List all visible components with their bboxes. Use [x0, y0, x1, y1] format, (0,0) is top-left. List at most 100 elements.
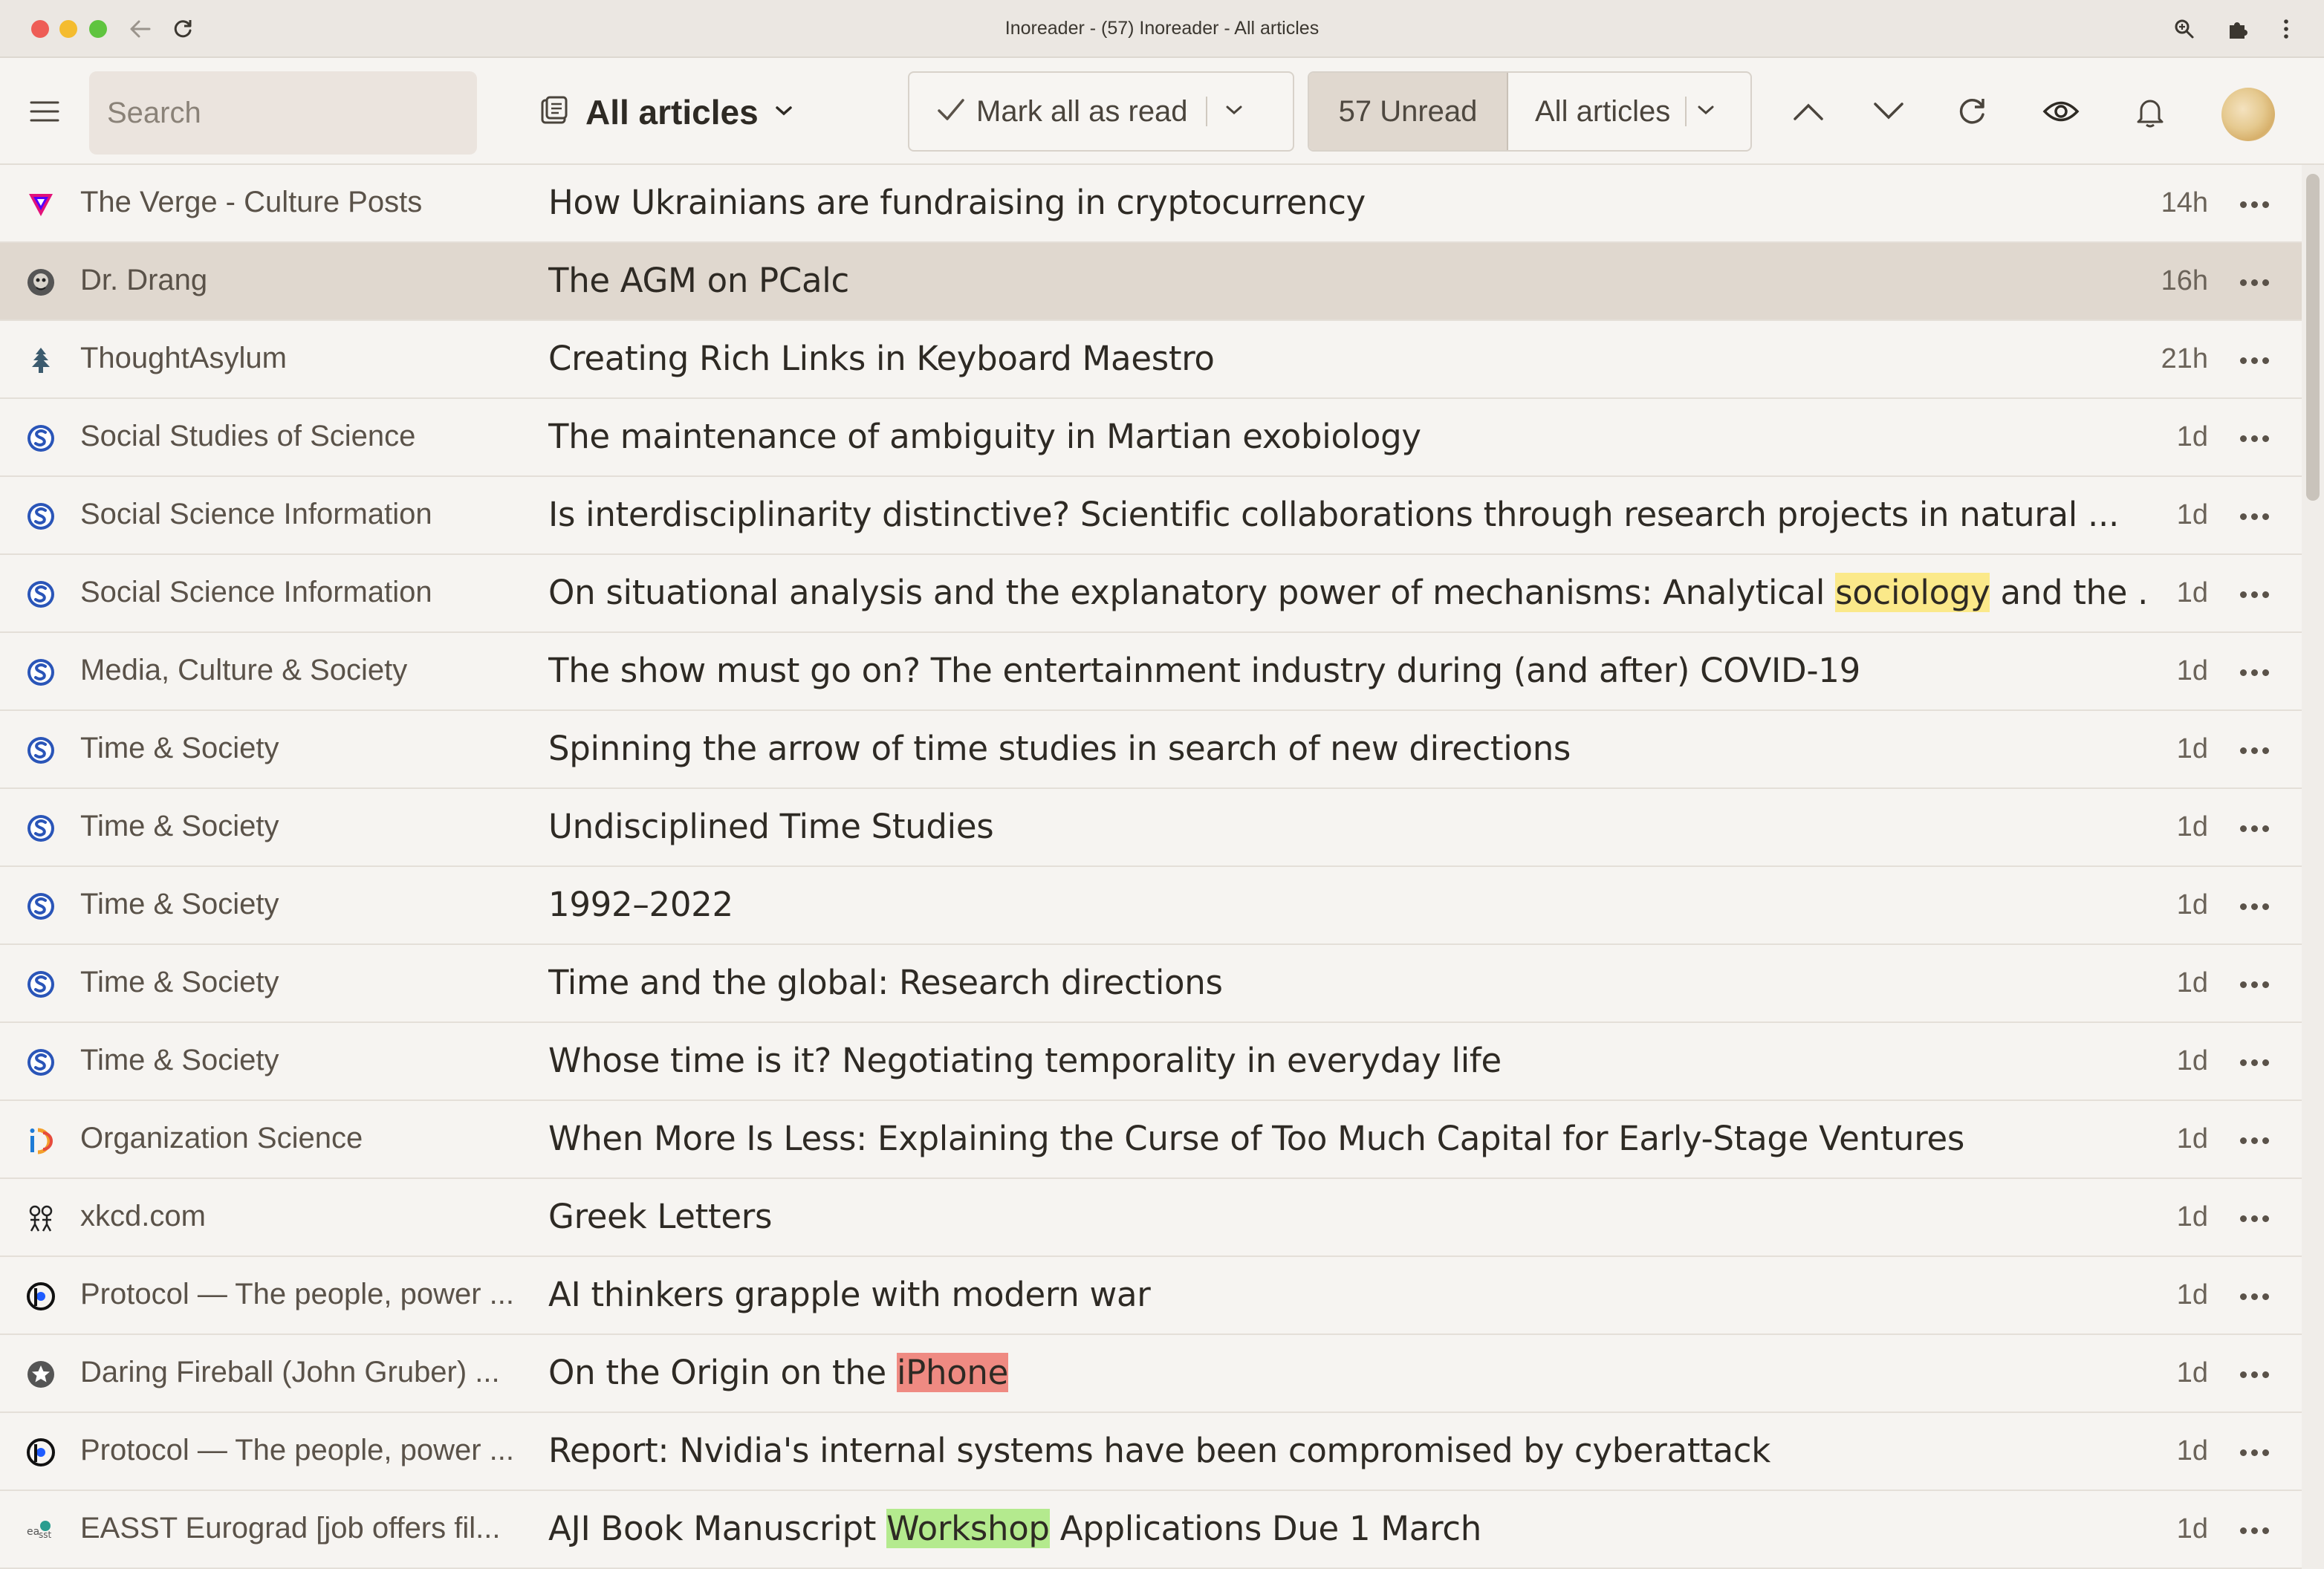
- article-row[interactable]: Social Studies of Science The maintenanc…: [0, 399, 2302, 477]
- feed-name[interactable]: ThoughtAsylum: [80, 342, 526, 375]
- feed-name[interactable]: The Verge - Culture Posts: [80, 186, 526, 219]
- feed-name[interactable]: Organization Science: [80, 1122, 526, 1155]
- more-options-icon[interactable]: [2232, 1200, 2276, 1237]
- article-row[interactable]: Social Science Information On situationa…: [0, 555, 2302, 633]
- hamburger-icon[interactable]: [22, 89, 67, 134]
- kebab-menu-icon[interactable]: [2275, 12, 2297, 46]
- article-row[interactable]: Time & Society Time and the global: Rese…: [0, 945, 2302, 1023]
- more-options-icon[interactable]: [2232, 342, 2276, 379]
- article-age: 1d: [2176, 499, 2208, 530]
- article-title[interactable]: Report: Nvidia's internal systems have b…: [548, 1431, 2146, 1470]
- article-title[interactable]: Whose time is it? Negotiating temporalit…: [548, 1041, 2146, 1080]
- article-title[interactable]: On the Origin on the iPhone: [548, 1353, 2146, 1392]
- article-title-text: The AGM on PCalc: [548, 261, 849, 300]
- mark-all-read-button[interactable]: Mark all as read: [908, 71, 1294, 152]
- article-row[interactable]: ea sst EASST Eurograd [job offers fil... …: [0, 1491, 2302, 1569]
- filter-chevron-down-icon[interactable]: [1697, 104, 1715, 120]
- article-title[interactable]: How Ukrainians are fundraising in crypto…: [548, 183, 2146, 222]
- bell-icon[interactable]: [2128, 89, 2172, 134]
- feed-name[interactable]: Protocol — The people, power ...: [80, 1434, 526, 1467]
- article-row[interactable]: xkcd.com Greek Letters 1d: [0, 1179, 2302, 1257]
- more-options-icon[interactable]: [2232, 1122, 2276, 1159]
- article-title[interactable]: The AGM on PCalc: [548, 261, 2146, 300]
- feed-name[interactable]: Protocol — The people, power ...: [80, 1278, 526, 1311]
- feed-name[interactable]: Daring Fireball (John Gruber) ...: [80, 1356, 526, 1389]
- vertical-scrollbar[interactable]: [2302, 165, 2324, 1569]
- more-options-icon[interactable]: [2232, 1512, 2276, 1549]
- unread-count-badge[interactable]: 57 Unread: [1309, 73, 1508, 150]
- filter-select-label[interactable]: All articles: [1535, 95, 1670, 129]
- article-row[interactable]: Time & Society Spinning the arrow of tim…: [0, 711, 2302, 789]
- more-options-icon[interactable]: [2232, 810, 2276, 847]
- more-options-icon[interactable]: [2232, 888, 2276, 925]
- scrollbar-thumb[interactable]: [2306, 174, 2320, 501]
- more-options-icon[interactable]: [2232, 654, 2276, 691]
- article-title[interactable]: 1992–2022: [548, 885, 2146, 924]
- sage-icon: [25, 657, 56, 688]
- article-title[interactable]: Undisciplined Time Studies: [548, 807, 2146, 846]
- article-row[interactable]: Protocol — The people, power ... AI thin…: [0, 1257, 2302, 1335]
- article-row[interactable]: Dr. Drang The AGM on PCalc 16h: [0, 243, 2302, 321]
- sage-icon: [25, 579, 56, 610]
- zoom-icon[interactable]: [2169, 12, 2199, 46]
- user-avatar[interactable]: [2221, 88, 2275, 141]
- article-age: 1d: [2176, 421, 2208, 452]
- article-title[interactable]: The show must go on? The entertainment i…: [548, 651, 2146, 690]
- article-row[interactable]: Organization Science When More Is Less: …: [0, 1101, 2302, 1179]
- more-options-icon[interactable]: [2232, 576, 2276, 613]
- article-title[interactable]: Is interdisciplinarity distinctive? Scie…: [548, 495, 2146, 534]
- extensions-icon[interactable]: [2223, 12, 2253, 46]
- eye-icon[interactable]: [2039, 89, 2083, 134]
- feed-name[interactable]: xkcd.com: [80, 1200, 526, 1233]
- feed-name[interactable]: Social Studies of Science: [80, 420, 526, 453]
- article-title[interactable]: Creating Rich Links in Keyboard Maestro: [548, 339, 2146, 378]
- feed-name[interactable]: Media, Culture & Society: [80, 654, 526, 687]
- chevron-up-icon[interactable]: [1786, 89, 1831, 134]
- article-title[interactable]: The maintenance of ambiguity in Martian …: [548, 417, 2146, 456]
- more-options-icon[interactable]: [2232, 420, 2276, 457]
- feed-name[interactable]: Social Science Information: [80, 576, 526, 609]
- more-options-icon[interactable]: [2232, 498, 2276, 535]
- article-row[interactable]: Daring Fireball (John Gruber) ... On the…: [0, 1335, 2302, 1413]
- article-row[interactable]: Time & Society Undisciplined Time Studie…: [0, 789, 2302, 867]
- more-options-icon[interactable]: [2232, 1434, 2276, 1471]
- view-selector[interactable]: All articles: [539, 86, 793, 138]
- more-options-icon[interactable]: [2232, 1356, 2276, 1393]
- feed-name[interactable]: Time & Society: [80, 966, 526, 999]
- feed-name[interactable]: Time & Society: [80, 810, 526, 843]
- feed-name[interactable]: Time & Society: [80, 732, 526, 765]
- feed-name[interactable]: Time & Society: [80, 1044, 526, 1077]
- more-options-icon[interactable]: [2232, 732, 2276, 769]
- article-row[interactable]: Time & Society 1992–2022 1d: [0, 867, 2302, 945]
- mark-read-options-chevron-icon[interactable]: [1225, 104, 1243, 120]
- search-input[interactable]: [107, 96, 459, 130]
- feed-name[interactable]: Social Science Information: [80, 498, 526, 531]
- article-title[interactable]: Time and the global: Research directions: [548, 963, 2146, 1002]
- article-age: 1d: [2176, 655, 2208, 686]
- feed-name[interactable]: Dr. Drang: [80, 264, 526, 297]
- feed-name[interactable]: Time & Society: [80, 888, 526, 921]
- article-title[interactable]: AJI Book Manuscript Workshop Application…: [548, 1509, 2146, 1548]
- article-row[interactable]: Time & Society Whose time is it? Negotia…: [0, 1023, 2302, 1101]
- more-options-icon[interactable]: [2232, 1278, 2276, 1315]
- article-row[interactable]: Protocol — The people, power ... Report:…: [0, 1413, 2302, 1491]
- article-title[interactable]: Spinning the arrow of time studies in se…: [548, 729, 2146, 768]
- article-title[interactable]: Greek Letters: [548, 1197, 2146, 1236]
- chevron-down-icon[interactable]: [1866, 89, 1911, 134]
- article-title[interactable]: AI thinkers grapple with modern war: [548, 1275, 2146, 1314]
- feed-name[interactable]: EASST Eurograd [job offers fil...: [80, 1512, 526, 1545]
- more-options-icon[interactable]: [2232, 264, 2276, 301]
- article-row[interactable]: Social Science Information Is interdisci…: [0, 477, 2302, 555]
- chevron-down-icon: [775, 105, 793, 120]
- article-row[interactable]: ThoughtAsylum Creating Rich Links in Key…: [0, 321, 2302, 399]
- more-options-icon[interactable]: [2232, 186, 2276, 223]
- article-title[interactable]: When More Is Less: Explaining the Curse …: [548, 1119, 2146, 1158]
- more-options-icon[interactable]: [2232, 966, 2276, 1003]
- search-box[interactable]: [89, 71, 477, 155]
- article-row[interactable]: Media, Culture & Society The show must g…: [0, 633, 2302, 711]
- more-options-icon[interactable]: [2232, 1044, 2276, 1081]
- article-row[interactable]: The Verge - Culture Posts How Ukrainians…: [0, 165, 2302, 243]
- article-title[interactable]: On situational analysis and the explanat…: [548, 573, 2146, 612]
- refresh-icon[interactable]: [1950, 89, 1994, 134]
- split-divider: [1685, 97, 1687, 126]
